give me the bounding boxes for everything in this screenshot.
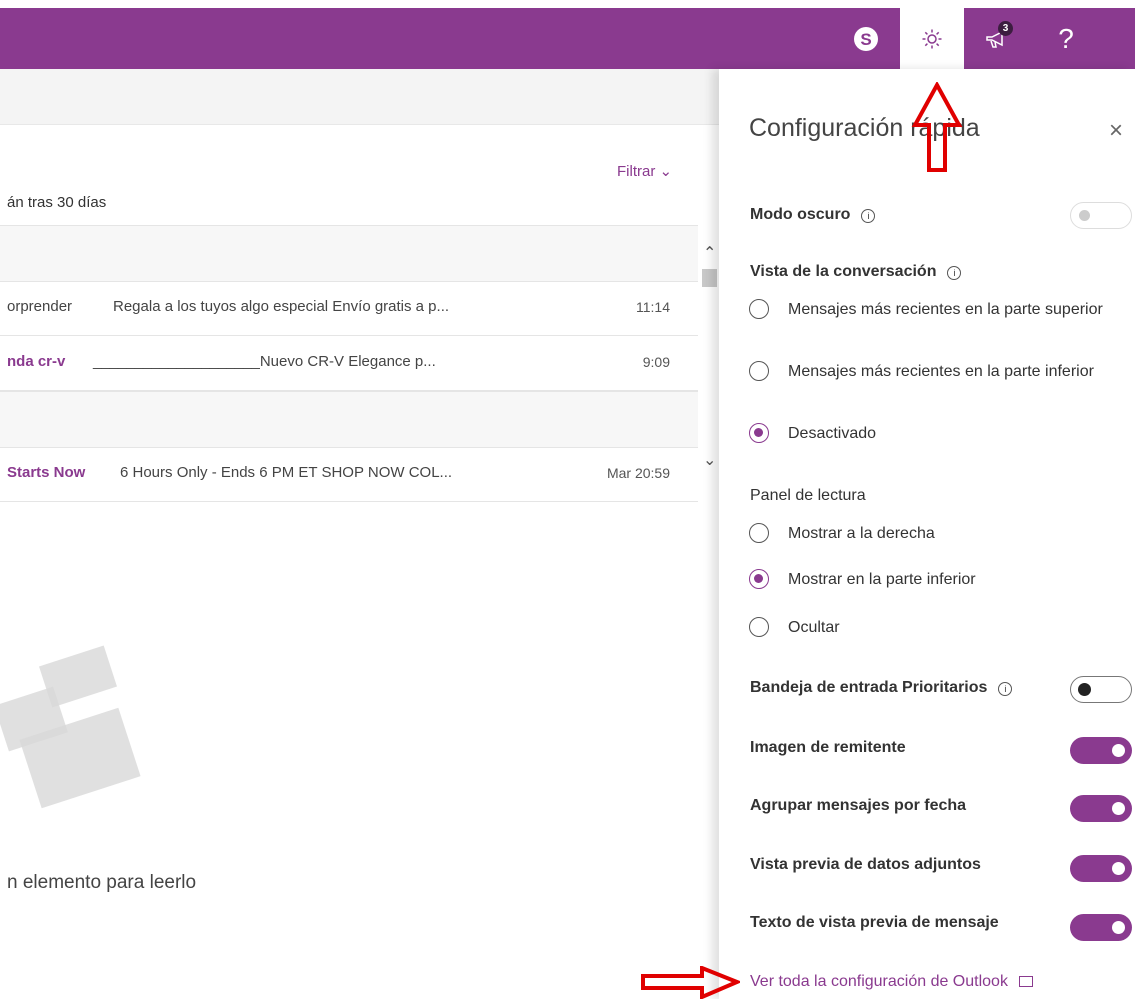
message-preview: ____________________Nuevo CR-V Elegance … bbox=[93, 353, 436, 370]
reading-bottom-label: Mostrar en la parte inferior bbox=[788, 571, 976, 588]
feedback-button[interactable]: 3 bbox=[967, 8, 1029, 69]
message-preview: 6 Hours Only - Ends 6 PM ET SHOP NOW COL… bbox=[120, 464, 453, 481]
reading-right-label: Mostrar a la derecha bbox=[788, 525, 935, 542]
message-sender: nda cr-v bbox=[7, 353, 66, 370]
conversation-off-radio[interactable] bbox=[749, 423, 769, 443]
attachment-preview-label: Vista previa de datos adjuntos bbox=[750, 856, 981, 873]
mail-toolbar bbox=[0, 69, 719, 125]
message-time: 11:14 bbox=[636, 299, 670, 315]
empty-reading-message: n elemento para leerlo bbox=[7, 872, 197, 893]
scroll-down-button[interactable]: ⌄ bbox=[703, 450, 716, 470]
filter-button[interactable]: Filtrar ⌄ bbox=[617, 162, 672, 180]
sender-image-toggle[interactable] bbox=[1070, 737, 1132, 764]
reading-hidden-radio[interactable] bbox=[749, 617, 769, 637]
scroll-up-button[interactable]: ⌃ bbox=[703, 243, 716, 263]
reading-pane-label: Panel de lectura bbox=[750, 487, 866, 504]
message-row[interactable]: Starts Now 6 Hours Only - Ends 6 PM ET S… bbox=[0, 447, 698, 502]
svg-text:S: S bbox=[860, 30, 871, 49]
info-icon: i bbox=[947, 266, 962, 280]
message-row[interactable]: nda cr-v ____________________Nuevo CR-V … bbox=[0, 336, 698, 391]
message-preview-toggle[interactable] bbox=[1070, 914, 1132, 941]
external-link-icon bbox=[1018, 976, 1033, 988]
red-arrow-up-annotation bbox=[911, 82, 963, 172]
info-icon: i bbox=[998, 682, 1013, 696]
close-icon[interactable]: × bbox=[1109, 117, 1123, 145]
skype-icon: S bbox=[854, 26, 878, 51]
sender-image-label: Imagen de remitente bbox=[750, 739, 906, 756]
conversation-newest-top-label: Mensajes más recientes en la parte super… bbox=[788, 301, 1103, 318]
focused-inbox-label: Bandeja de entrada Prioritarios i bbox=[750, 679, 1013, 697]
all-outlook-settings-link[interactable]: Ver toda la configuración de Outlook bbox=[750, 973, 1033, 991]
message-row[interactable]: orprender Regala a los tuyos algo especi… bbox=[0, 281, 698, 336]
red-arrow-right-annotation bbox=[641, 966, 740, 999]
message-time: Mar 20:59 bbox=[606, 465, 670, 481]
message-sender: Starts Now bbox=[7, 464, 86, 481]
attachment-preview-toggle[interactable] bbox=[1070, 855, 1132, 882]
reading-bottom-radio[interactable] bbox=[749, 569, 769, 589]
skype-button[interactable]: S bbox=[840, 8, 892, 69]
message-time: 9:09 bbox=[642, 354, 670, 370]
group-by-date-label: Agrupar mensajes por fecha bbox=[750, 797, 967, 814]
dark-mode-label: Modo oscuro i bbox=[750, 206, 876, 224]
settings-button[interactable] bbox=[900, 8, 964, 69]
notification-badge: 3 bbox=[998, 21, 1013, 36]
conversation-newest-bottom-radio[interactable] bbox=[749, 361, 769, 381]
conversation-view-label: Vista de la conversación i bbox=[750, 263, 962, 281]
conversation-newest-bottom-label: Mensajes más recientes en la parte infer… bbox=[788, 363, 1094, 380]
reading-hidden-label: Ocultar bbox=[788, 619, 840, 636]
reading-right-radio[interactable] bbox=[749, 523, 769, 543]
message-sender: orprender bbox=[7, 298, 73, 315]
date-group-header bbox=[0, 391, 698, 448]
message-preview-label: Texto de vista previa de mensaje bbox=[750, 914, 999, 931]
retention-notice: án tras 30 días bbox=[7, 194, 107, 211]
chevron-down-icon: ⌄ bbox=[659, 163, 673, 180]
settings-gear-icon bbox=[922, 29, 942, 48]
group-by-date-toggle[interactable] bbox=[1070, 795, 1132, 822]
scrollbar-thumb[interactable] bbox=[702, 269, 717, 287]
focused-inbox-toggle[interactable] bbox=[1070, 676, 1132, 703]
top-bar bbox=[0, 8, 1135, 69]
date-group-header bbox=[0, 225, 698, 282]
conversation-newest-top-radio[interactable] bbox=[749, 299, 769, 319]
message-preview: Regala a los tuyos algo especial Envío g… bbox=[113, 298, 450, 315]
conversation-off-label: Desactivado bbox=[788, 425, 877, 442]
help-button[interactable]: ? bbox=[1035, 8, 1097, 69]
quick-settings-panel: Configuración rápida × Modo oscuro i Vist… bbox=[719, 69, 1135, 999]
info-icon: i bbox=[861, 209, 876, 223]
dark-mode-toggle[interactable] bbox=[1070, 202, 1132, 229]
mail-list-pane: Filtrar ⌄ án tras 30 días orprender Rega… bbox=[0, 69, 719, 999]
